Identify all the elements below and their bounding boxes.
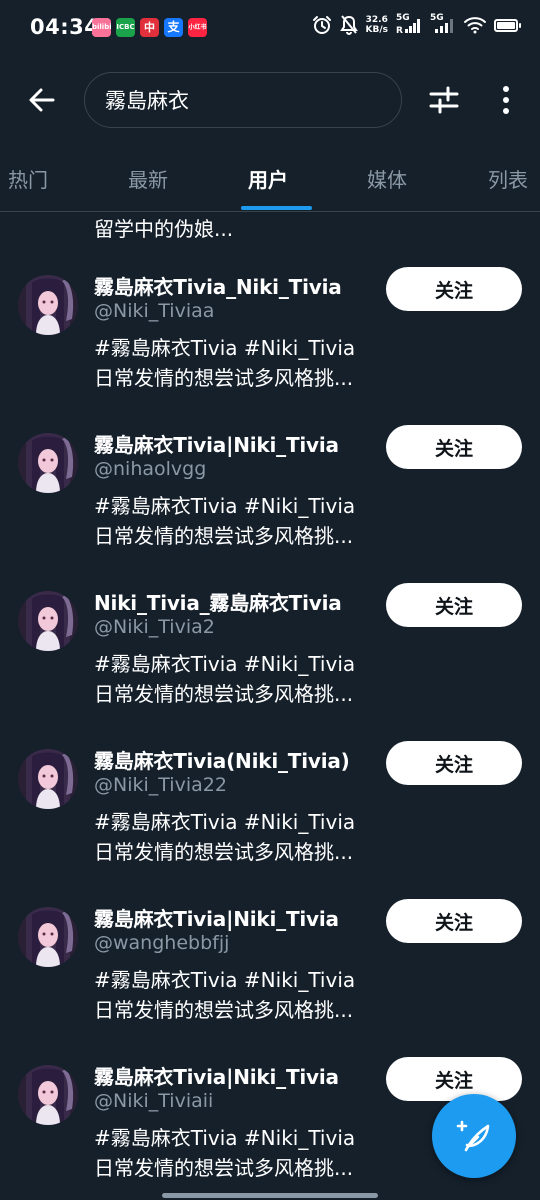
active-tab-indicator: [241, 206, 312, 210]
user-bio-line: #霧島麻衣Tivia #Niki_Tivia: [94, 1126, 356, 1150]
tab-top[interactable]: 热门: [8, 164, 48, 193]
tab-lists[interactable]: 列表: [488, 164, 528, 193]
xiaohongshu-app-icon: 小红书: [188, 18, 207, 37]
bilibili-app-icon: bilibili: [92, 18, 111, 37]
battery-icon: [494, 18, 521, 32]
back-button[interactable]: [18, 78, 66, 122]
network-speed-value: 32.6: [365, 15, 388, 25]
back-arrow-icon: [29, 88, 55, 112]
notification-app-icons: bilibili ICBC 中 支 小红书: [92, 18, 207, 37]
sim1-label: 5G: [396, 13, 410, 23]
user-handle: @Niki_Tiviaa: [94, 300, 215, 322]
network-speed: 32.6 KB/s: [366, 15, 388, 35]
user-bio: #霧島麻衣Tivia #Niki_Tivia 日常发情的想尝试多风格挑...: [94, 333, 355, 393]
bank-app-icon: ICBC: [116, 18, 135, 37]
user-handle: @Niki_Tivia2: [94, 616, 215, 638]
user-bio: #霧島麻衣Tivia #Niki_Tivia 日常发情的想尝试多风格挑...: [94, 649, 355, 709]
alarm-icon: [312, 15, 332, 35]
compose-feather-icon: [456, 1120, 490, 1152]
follow-button[interactable]: 关注: [386, 741, 522, 785]
avatar[interactable]: [18, 433, 78, 493]
avatar[interactable]: [18, 1065, 78, 1125]
follow-button[interactable]: 关注: [386, 583, 522, 627]
user-display-name: Niki_Tivia_霧島麻衣Tivia: [94, 591, 342, 615]
user-bio-line: 日常发情的想尝试多风格挑...: [94, 840, 354, 864]
user-bio-line: #霧島麻衣Tivia #Niki_Tivia: [94, 652, 356, 676]
user-handle: @Niki_Tiviaii: [94, 1090, 214, 1112]
previous-user-bio: 留学中的伪娘...: [94, 217, 234, 241]
sim2-signal-icon: 5G: [430, 13, 456, 34]
user-bio-line: #霧島麻衣Tivia #Niki_Tivia: [94, 336, 356, 360]
user-display-name: 霧島麻衣Tivia_Niki_Tivia: [94, 275, 342, 299]
search-tabs: 热门 最新 用户 媒体 列表: [0, 150, 540, 212]
search-query: 霧島麻衣: [105, 89, 189, 113]
more-options-button[interactable]: [486, 78, 526, 122]
user-bio-line: 日常发情的想尝试多风格挑...: [94, 998, 354, 1022]
user-display-name: 霧島麻衣Tivia|Niki_Tivia: [94, 1065, 339, 1089]
user-result-row[interactable]: 霧島麻衣Tivia|Niki_Tivia @nihaolvgg #霧島麻衣Tivia…: [0, 421, 540, 579]
user-bio-line: 日常发情的想尝试多风格挑...: [94, 682, 354, 706]
user-bio-line: 日常发情的想尝试多风格挑...: [94, 524, 354, 548]
user-bio-line: 日常发情的想尝试多风格挑...: [94, 366, 354, 390]
user-result-row[interactable]: Niki_Tivia_霧島麻衣Tivia @Niki_Tivia2 #霧島麻衣Tiv…: [0, 579, 540, 737]
search-filter-button[interactable]: [422, 78, 466, 122]
user-bio: #霧島麻衣Tivia #Niki_Tivia 日常发情的想尝试多风格挑...: [94, 965, 355, 1025]
bank-of-china-app-icon: 中: [140, 18, 159, 37]
app-screen: 04:34 bilibili ICBC 中 支 小红书 32.6 KB/s 5G…: [0, 0, 540, 1200]
avatar[interactable]: [18, 749, 78, 809]
tab-latest[interactable]: 最新: [128, 164, 168, 193]
user-bio-line: #霧島麻衣Tivia #Niki_Tivia: [94, 968, 356, 992]
user-handle: @Niki_Tivia22: [94, 774, 227, 796]
user-display-name: 霧島麻衣Tivia|Niki_Tivia: [94, 433, 339, 457]
user-bio-line: #霧島麻衣Tivia #Niki_Tivia: [94, 810, 356, 834]
user-result-row[interactable]: 霧島麻衣Tivia(Niki_Tivia) @Niki_Tivia22 #霧島麻衣T…: [0, 737, 540, 895]
alipay-app-icon: 支: [164, 18, 183, 37]
user-result-row[interactable]: 霧島麻衣Tivia_Niki_Tivia @Niki_Tiviaa #霧島麻衣Tiv…: [0, 263, 540, 421]
tab-media[interactable]: 媒体: [367, 164, 407, 193]
status-time: 04:34: [30, 15, 100, 39]
svg-text:R: R: [396, 26, 403, 34]
search-input[interactable]: 霧島麻衣: [84, 72, 402, 128]
wifi-icon: [464, 16, 486, 34]
user-display-name: 霧島麻衣Tivia(Niki_Tivia): [94, 749, 350, 773]
user-bio: #霧島麻衣Tivia #Niki_Tivia 日常发情的想尝试多风格挑...: [94, 807, 355, 867]
avatar[interactable]: [18, 591, 78, 651]
sim1-signal-icon: 5G R: [396, 13, 422, 34]
follow-button[interactable]: 关注: [386, 1057, 522, 1101]
user-handle: @wanghebbfjj: [94, 932, 230, 954]
avatar[interactable]: [18, 275, 78, 335]
mute-bell-icon: [339, 15, 358, 35]
status-bar: 04:34 bilibili ICBC 中 支 小红书 32.6 KB/s 5G…: [0, 0, 540, 58]
gesture-nav-handle[interactable]: [162, 1193, 378, 1198]
user-bio: #霧島麻衣Tivia #Niki_Tivia 日常发情的想尝试多风格挑...: [94, 1123, 355, 1183]
vertical-dots-icon: [503, 86, 509, 114]
network-speed-unit: KB/s: [365, 25, 388, 35]
search-header: 霧島麻衣: [0, 64, 540, 136]
user-bio-line: 日常发情的想尝试多风格挑...: [94, 1156, 354, 1180]
tab-people[interactable]: 用户: [248, 164, 288, 193]
user-handle: @nihaolvgg: [94, 458, 207, 480]
follow-button[interactable]: 关注: [386, 425, 522, 469]
user-results-list: 留学中的伪娘... 霧島麻衣Tivia_Niki_Tivia @Niki_Tivi…: [0, 213, 540, 1200]
follow-button[interactable]: 关注: [386, 899, 522, 943]
follow-button[interactable]: 关注: [386, 267, 522, 311]
user-result-row[interactable]: 霧島麻衣Tivia|Niki_Tivia @wanghebbfjj #霧島麻衣Tiv…: [0, 895, 540, 1053]
sliders-icon: [429, 86, 459, 114]
compose-post-button[interactable]: [432, 1094, 516, 1178]
user-bio-line: #霧島麻衣Tivia #Niki_Tivia: [94, 494, 356, 518]
sim2-label: 5G: [430, 13, 444, 23]
user-display-name: 霧島麻衣Tivia|Niki_Tivia: [94, 907, 339, 931]
user-bio: #霧島麻衣Tivia #Niki_Tivia 日常发情的想尝试多风格挑...: [94, 491, 355, 551]
avatar[interactable]: [18, 907, 78, 967]
status-indicators: 32.6 KB/s 5G R 5G: [312, 13, 521, 35]
